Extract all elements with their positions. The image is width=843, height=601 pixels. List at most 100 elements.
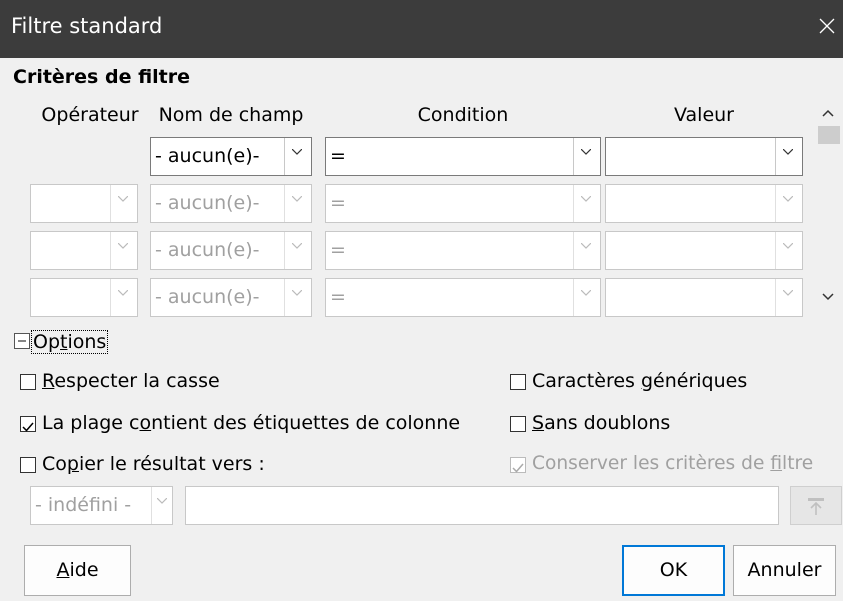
ok-button[interactable]: OK bbox=[622, 545, 725, 596]
no-duplicates-checkbox[interactable] bbox=[510, 416, 526, 432]
field-name-select-1[interactable]: - aucun(e)- bbox=[150, 137, 312, 176]
field-name-select-2[interactable]: - aucun(e)- bbox=[150, 184, 312, 223]
dropdown-button[interactable] bbox=[775, 138, 802, 175]
dropdown-button[interactable] bbox=[110, 232, 137, 269]
dropdown-button[interactable] bbox=[573, 232, 600, 269]
wildcards-label[interactable]: Caractères génériques bbox=[532, 370, 747, 392]
header-condition: Condition bbox=[417, 104, 509, 126]
chevron-down-icon bbox=[581, 290, 591, 296]
header-operator: Opérateur bbox=[41, 104, 139, 126]
no-duplicates-label[interactable]: Sans doublons bbox=[532, 412, 670, 434]
value-combo-2[interactable] bbox=[605, 184, 803, 223]
label-mnemonic: o bbox=[139, 412, 152, 434]
check-icon bbox=[512, 463, 524, 473]
header-value: Valeur bbox=[674, 104, 734, 126]
case-sensitive-label[interactable]: Respecter la casse bbox=[42, 370, 220, 392]
operator-select-2[interactable] bbox=[30, 184, 138, 223]
chevron-down-icon bbox=[581, 196, 591, 202]
label-mnemonic: S bbox=[532, 412, 545, 434]
collapse-icon[interactable] bbox=[14, 333, 30, 349]
dropdown-button[interactable] bbox=[573, 185, 600, 222]
scroll-down-icon[interactable] bbox=[818, 288, 838, 306]
operator-select-3[interactable] bbox=[30, 231, 138, 270]
help-button[interactable]: Aide bbox=[24, 545, 131, 596]
copy-target-select[interactable]: - indéfini - bbox=[30, 486, 173, 525]
copy-results-checkbox[interactable] bbox=[20, 457, 36, 473]
options-label-b: ions bbox=[67, 331, 107, 353]
condition-value: = bbox=[330, 145, 346, 167]
keep-criteria-checkbox[interactable] bbox=[510, 457, 526, 473]
range-has-headers-label[interactable]: La plage contient des étiquettes de colo… bbox=[42, 412, 460, 434]
dropdown-button[interactable] bbox=[284, 232, 311, 269]
chevron-down-icon bbox=[581, 243, 591, 249]
label-part: énériques bbox=[653, 370, 748, 392]
chevron-down-icon bbox=[292, 290, 302, 296]
dropdown-button[interactable] bbox=[110, 279, 137, 316]
operator-select-4[interactable] bbox=[30, 278, 138, 317]
condition-select-2[interactable]: = bbox=[325, 184, 601, 223]
header-field-name: Nom de champ bbox=[158, 104, 304, 126]
dropdown-button[interactable] bbox=[110, 185, 137, 222]
label-part: iltre bbox=[782, 453, 814, 474]
wildcards-checkbox[interactable] bbox=[510, 374, 526, 390]
chevron-down-icon bbox=[783, 149, 793, 155]
dropdown-button[interactable] bbox=[284, 185, 311, 222]
field-name-value: - aucun(e)- bbox=[155, 192, 260, 214]
field-name-select-4[interactable]: - aucun(e)- bbox=[150, 278, 312, 317]
range-has-headers-checkbox[interactable] bbox=[20, 416, 36, 432]
label-mnemonic: g bbox=[640, 370, 654, 392]
dropdown-button[interactable] bbox=[775, 232, 802, 269]
keep-criteria-label[interactable]: Conserver les critères de filtre bbox=[532, 453, 813, 474]
condition-select-4[interactable]: = bbox=[325, 278, 601, 317]
chevron-down-icon bbox=[118, 196, 128, 202]
chevron-down-icon bbox=[783, 290, 793, 296]
dropdown-button[interactable] bbox=[573, 279, 600, 316]
chevron-down-icon bbox=[783, 243, 793, 249]
chevron-down-icon bbox=[118, 290, 128, 296]
dropdown-button[interactable] bbox=[775, 279, 802, 316]
scroll-up-icon[interactable] bbox=[818, 104, 838, 122]
shrink-icon bbox=[808, 498, 824, 515]
field-name-value: - aucun(e)- bbox=[155, 145, 260, 167]
label-part: ans doublons bbox=[544, 412, 671, 434]
label-part: especter la casse bbox=[54, 370, 220, 392]
field-name-value: - aucun(e)- bbox=[155, 239, 260, 261]
case-sensitive-checkbox[interactable] bbox=[20, 374, 36, 390]
label-part: La plage c bbox=[42, 412, 140, 434]
options-label-a: Op bbox=[33, 331, 61, 353]
label-part: ier le résultat vers : bbox=[78, 453, 265, 475]
value-combo-1[interactable] bbox=[605, 137, 803, 176]
copy-target-input[interactable] bbox=[185, 486, 779, 525]
close-icon[interactable] bbox=[812, 11, 842, 41]
condition-value: = bbox=[330, 239, 346, 261]
options-expander[interactable]: Options bbox=[31, 330, 109, 354]
help-mnemonic: A bbox=[56, 559, 70, 581]
dropdown-button[interactable] bbox=[284, 279, 311, 316]
scroll-thumb[interactable] bbox=[818, 126, 840, 144]
chevron-down-icon bbox=[157, 498, 167, 504]
label-part: Co bbox=[42, 453, 67, 475]
copy-results-label[interactable]: Copier le résultat vers : bbox=[42, 453, 265, 475]
value-combo-4[interactable] bbox=[605, 278, 803, 317]
dropdown-button[interactable] bbox=[573, 138, 600, 175]
cancel-button[interactable]: Annuler bbox=[733, 545, 836, 596]
dropdown-button[interactable] bbox=[151, 487, 172, 524]
dropdown-button[interactable] bbox=[284, 138, 311, 175]
label-part: ntient des étiquettes de colonne bbox=[151, 412, 461, 434]
copy-target-value: - indéfini - bbox=[35, 494, 132, 516]
check-icon bbox=[22, 422, 34, 432]
value-combo-3[interactable] bbox=[605, 231, 803, 270]
chevron-down-icon bbox=[783, 196, 793, 202]
condition-select-3[interactable]: = bbox=[325, 231, 601, 270]
label-mnemonic: f bbox=[770, 453, 783, 474]
dropdown-button[interactable] bbox=[775, 185, 802, 222]
label-mnemonic: R bbox=[42, 370, 55, 392]
chevron-down-icon bbox=[292, 243, 302, 249]
dialog-title: Filtre standard bbox=[11, 14, 163, 38]
condition-value: = bbox=[330, 192, 346, 214]
condition-select-1[interactable]: = bbox=[325, 137, 601, 176]
shrink-button[interactable] bbox=[790, 486, 842, 525]
field-name-select-3[interactable]: - aucun(e)- bbox=[150, 231, 312, 270]
criteria-section-label: Critères de filtre bbox=[13, 66, 191, 88]
label-part: Caractères bbox=[532, 370, 641, 392]
